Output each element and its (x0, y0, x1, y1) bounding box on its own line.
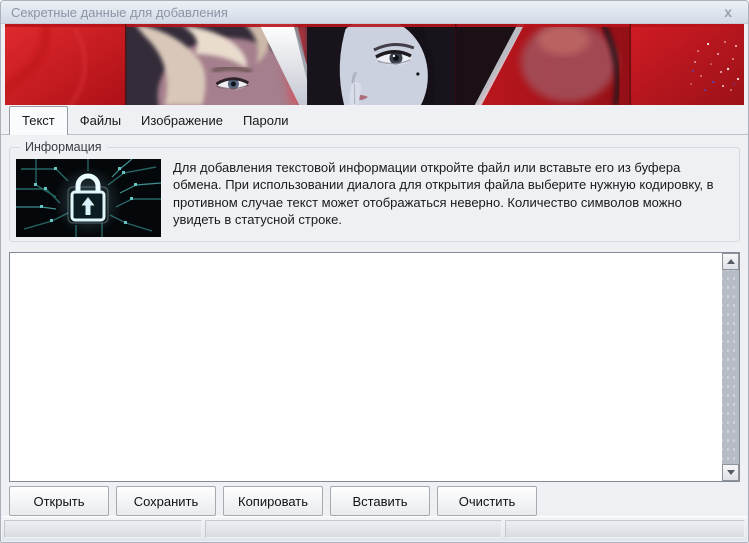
status-panel-3 (505, 520, 745, 538)
info-text: Для добавления текстовой информации откр… (173, 158, 731, 235)
open-button[interactable]: Открыть (9, 486, 109, 516)
vertical-scrollbar[interactable] (722, 253, 739, 481)
tab-files[interactable]: Файлы (70, 109, 131, 134)
close-icon[interactable]: x (718, 5, 738, 19)
banner-artwork (5, 24, 744, 105)
groupbox-legend: Информация (20, 140, 107, 154)
status-panel-2 (205, 520, 502, 538)
tab-passwords[interactable]: Пароли (233, 109, 299, 134)
text-input[interactable] (10, 253, 722, 481)
scroll-up-button[interactable] (722, 253, 739, 270)
save-button[interactable]: Сохранить (116, 486, 216, 516)
title-bar[interactable]: Секретные данные для добавления x (1, 1, 748, 24)
status-panel-1 (4, 520, 202, 538)
lock-circuit-image (16, 159, 161, 237)
scroll-down-button[interactable] (722, 464, 739, 481)
tab-text[interactable]: Текст (9, 106, 68, 135)
status-bar (2, 516, 747, 541)
triangle-up-icon (727, 259, 735, 264)
dialog-window: Секретные данные для добавления x (0, 0, 749, 543)
text-editor-frame (9, 252, 740, 482)
clear-button[interactable]: Очистить (437, 486, 537, 516)
tab-page-text: Информация (1, 135, 748, 516)
window-title: Секретные данные для добавления (11, 5, 228, 20)
scrollbar-track[interactable] (722, 270, 739, 464)
tab-strip: Текст Файлы Изображение Пароли (1, 105, 748, 135)
info-groupbox: Информация (9, 147, 740, 242)
tab-image[interactable]: Изображение (131, 109, 233, 134)
paste-button[interactable]: Вставить (330, 486, 430, 516)
button-row: Открыть Сохранить Копировать Вставить Оч… (9, 486, 740, 516)
triangle-down-icon (727, 470, 735, 475)
copy-button[interactable]: Копировать (223, 486, 323, 516)
